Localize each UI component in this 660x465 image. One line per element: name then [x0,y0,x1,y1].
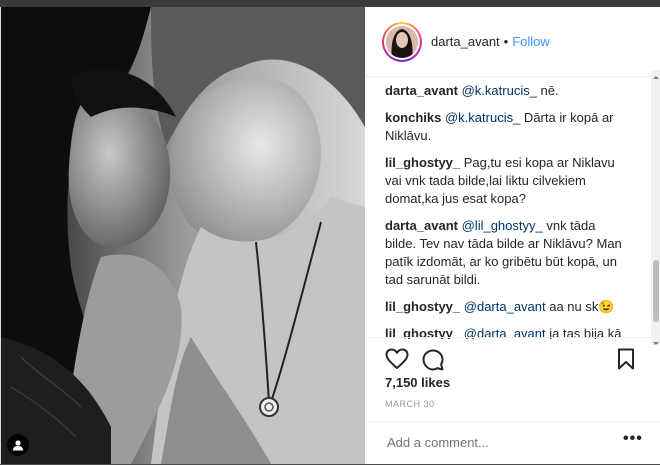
comment-text: aa nu sk😉 [545,299,615,314]
post-photo[interactable] [1,7,365,464]
comment-username[interactable]: lil_ghostyy_ [385,299,460,314]
header-username[interactable]: darta_avant [431,34,500,49]
likes-count[interactable]: 7,150 likes [385,375,450,390]
save-bookmark-icon[interactable] [617,348,635,375]
comment-item: lil_ghostyy_ Pag,tu esi kopa ar Niklavu … [365,154,651,208]
comment-username[interactable]: darta_avant [385,218,458,233]
avatar[interactable] [382,21,422,62]
comment-mention[interactable]: @k.katrucis_ [462,83,537,98]
comment-username[interactable]: lil_ghostyy_ [385,155,460,170]
comment-username[interactable]: darta_avant [385,83,458,98]
post-sidebar: darta_avant • Follow darta_avant @k.katr… [365,7,660,464]
like-heart-icon[interactable] [385,348,409,375]
tagged-users-icon[interactable] [7,434,29,456]
add-comment-bar: ••• [365,421,660,465]
scroll-up-arrow-icon[interactable] [651,70,660,80]
post-modal: darta_avant • Follow darta_avant @k.katr… [0,7,660,464]
post-actions [365,337,651,378]
photo-image [1,7,365,464]
window-top-strip [0,0,660,7]
comment-item: konchiks @k.katrucis_ Dārta ir kopā ar N… [365,109,651,145]
post-date[interactable]: MARCH 30 [385,399,435,409]
more-options-button[interactable]: ••• [623,430,643,448]
comment-mention[interactable]: @lil_ghostyy_ [462,218,543,233]
comments-scrollbar[interactable] [651,70,660,345]
add-comment-input[interactable] [385,434,609,451]
post-header: darta_avant • Follow [365,7,660,77]
comment-username[interactable]: konchiks [385,110,441,125]
scroll-down-arrow-icon[interactable] [651,335,660,345]
comment-mention[interactable]: @darta_avant [464,299,546,314]
comment-mention[interactable]: @k.katrucis_ [445,110,520,125]
comment-item: darta_avant @k.katrucis_ nē. [365,82,651,100]
comments-list: darta_avant @k.katrucis_ nē. konchiks @k… [365,77,651,339]
comment-item: darta_avant @lil_ghostyy_ vnk tāda bilde… [365,217,651,289]
avatar-border [384,23,420,60]
follow-button[interactable]: Follow [512,34,550,49]
avatar-image [386,25,418,58]
comment-item: lil_ghostyy_ @darta_avant aa nu sk😉 [365,298,651,316]
comment-text: nē. [536,83,559,98]
header-separator: • [503,34,509,49]
comment-bubble-icon[interactable] [421,348,445,377]
scrollbar-thumb[interactable] [653,260,659,322]
